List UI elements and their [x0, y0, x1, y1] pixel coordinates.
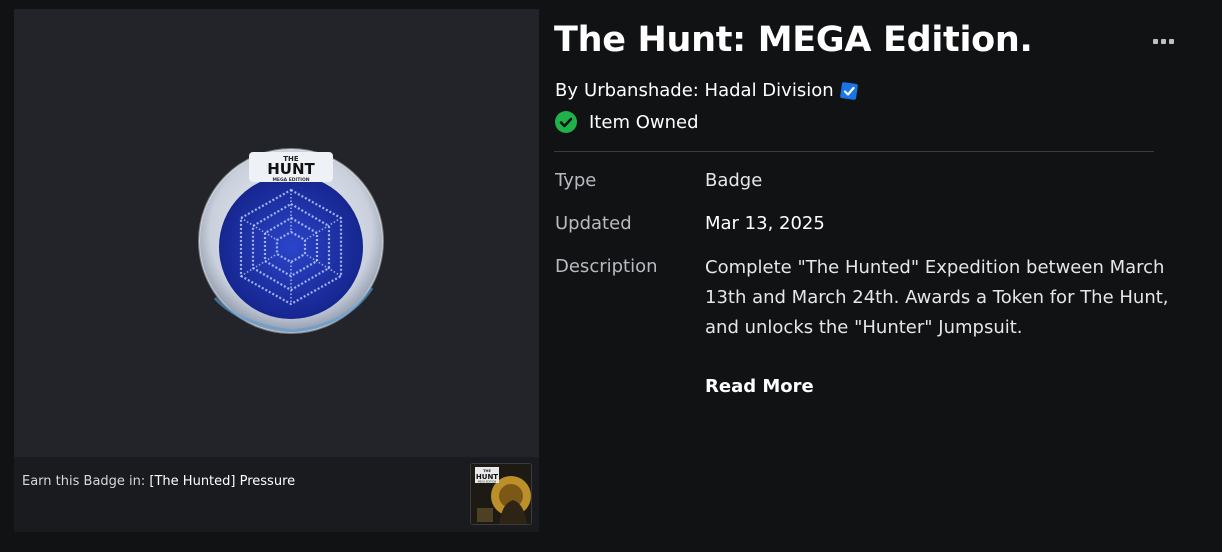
more-options-button[interactable] — [1148, 30, 1178, 52]
game-thumbnail-art: THE HUNT MEGA EDITION — [471, 464, 531, 524]
description-text: Complete "The Hunted" Expedition between… — [705, 257, 1169, 338]
creator-line: By Urbanshade: Hadal Division — [555, 80, 858, 101]
svg-text:MEGA EDITION: MEGA EDITION — [272, 177, 309, 183]
earn-badge-text: Earn this Badge in: [The Hunted] Pressur… — [22, 474, 295, 489]
read-more-button[interactable]: Read More — [705, 376, 814, 397]
earn-badge-bar: Earn this Badge in: [The Hunted] Pressur… — [14, 457, 539, 532]
verified-badge-icon — [839, 81, 858, 100]
by-prefix: By — [555, 80, 579, 101]
divider — [554, 151, 1154, 152]
more-options-icon-dot — [1160, 38, 1166, 44]
more-options-icon — [1152, 38, 1158, 44]
item-media-card: THE HUNT MEGA EDITION Earn this Badge in… — [14, 9, 539, 532]
game-thumbnail[interactable]: THE HUNT MEGA EDITION — [470, 463, 532, 525]
item-owned-status: Item Owned — [555, 111, 699, 133]
more-options-icon-dot — [1168, 38, 1174, 44]
type-label: Type — [555, 170, 597, 191]
badge-image: THE HUNT MEGA EDITION — [197, 148, 385, 334]
description-label: Description — [555, 256, 658, 277]
type-value: Badge — [705, 170, 763, 191]
creator-link[interactable]: Urbanshade: Hadal Division — [584, 80, 834, 101]
updated-label: Updated — [555, 213, 632, 234]
owned-label: Item Owned — [589, 111, 699, 133]
item-title: The Hunt: MEGA Edition. — [554, 20, 1033, 60]
badge-art: THE HUNT MEGA EDITION — [198, 148, 384, 334]
updated-value: Mar 13, 2025 — [705, 213, 825, 234]
earn-game-link[interactable]: [The Hunted] Pressure — [149, 474, 295, 489]
earn-prefix: Earn this Badge in: — [22, 474, 146, 489]
svg-text:HUNT: HUNT — [267, 160, 315, 178]
check-circle-icon — [555, 111, 577, 133]
svg-text:MEGA EDITION: MEGA EDITION — [478, 480, 497, 484]
